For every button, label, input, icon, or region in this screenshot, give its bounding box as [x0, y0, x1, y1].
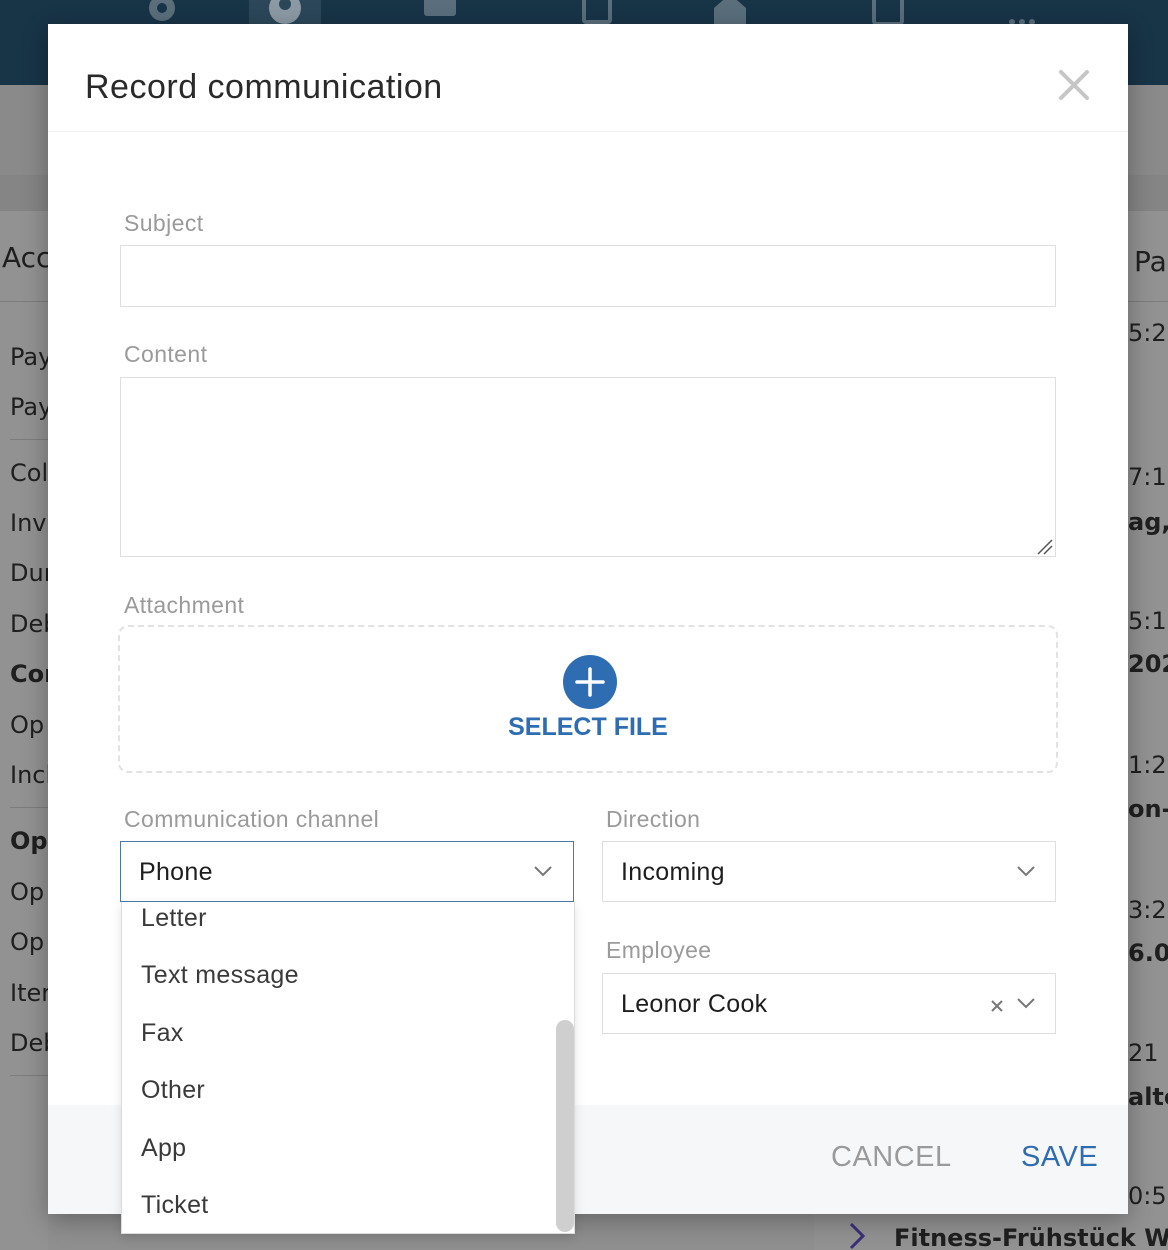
channel-option-ticket[interactable]: Ticket	[141, 1191, 209, 1220]
bg-left-text: Op	[10, 711, 45, 739]
background-left-panel: Acc Pay Pay Col Inv Dur Deb Cor Op Incl …	[0, 211, 48, 1250]
channel-option-text-message[interactable]: Text message	[141, 961, 299, 990]
bg-left-text: Acc	[2, 241, 48, 274]
channel-option-app[interactable]: App	[141, 1134, 186, 1163]
bg-right-text: 3:27	[1128, 896, 1168, 924]
bg-right-text: 0:58	[1128, 1182, 1168, 1210]
content-textarea[interactable]	[120, 377, 1056, 557]
bg-left-text: Iter	[10, 979, 48, 1007]
bg-left-text: Dur	[10, 559, 48, 587]
background-right-panel: Pa 5:22 7:19 ag, 5:16 202 1:26 on- 3:27 …	[1128, 211, 1168, 1250]
channel-selected-value: Phone	[139, 858, 213, 886]
bg-right-text: 5:16	[1128, 607, 1168, 635]
subject-input[interactable]	[120, 245, 1056, 307]
chevron-right-icon	[849, 1222, 866, 1250]
channel-option-other[interactable]: Other	[141, 1076, 205, 1105]
bg-divider	[10, 1075, 48, 1076]
resize-handle-icon[interactable]	[1036, 538, 1054, 556]
channel-option-fax[interactable]: Fax	[141, 1019, 184, 1048]
bg-left-text: Inv	[10, 509, 47, 537]
save-button[interactable]: SAVE	[1021, 1141, 1098, 1174]
background-list-row: Fitness-Frühstück Walte	[814, 1214, 1168, 1250]
bg-right-text: 7:19	[1128, 463, 1168, 491]
attachment-dropzone[interactable]: SELECT FILE	[118, 625, 1058, 773]
close-icon[interactable]	[1053, 64, 1095, 106]
modal-header: Record communication	[48, 24, 1128, 132]
bg-left-text: Op	[10, 878, 45, 906]
bg-divider	[0, 301, 48, 302]
select-file-button[interactable]: SELECT FILE	[120, 713, 1056, 742]
modal-title: Record communication	[85, 68, 443, 106]
bg-right-text: Pa	[1134, 245, 1167, 278]
employee-selected-value: Leonor Cook	[621, 990, 768, 1018]
bg-right-text: 202	[1128, 650, 1168, 678]
bg-right-text: 21	[1128, 1039, 1159, 1067]
chevron-down-icon[interactable]	[533, 864, 553, 878]
dropdown-scrollbar[interactable]	[556, 1020, 574, 1232]
bg-left-text: Pay	[10, 393, 48, 421]
bg-divider	[10, 439, 48, 440]
bg-left-text: Deb	[10, 1029, 48, 1057]
bg-right-text: 6.0	[1128, 939, 1168, 967]
channel-select[interactable]: Phone	[120, 841, 574, 902]
chevron-down-icon[interactable]	[1016, 864, 1036, 878]
channel-option-letter[interactable]: Letter	[141, 904, 207, 933]
bg-divider	[10, 807, 48, 808]
channel-dropdown-list[interactable]: Letter Text message Fax Other App Ticket	[121, 902, 575, 1234]
plus-icon[interactable]	[563, 655, 617, 709]
bg-left-text: Cor	[10, 660, 48, 688]
bg-divider	[1128, 301, 1168, 302]
content-label: Content	[124, 341, 208, 367]
channel-label: Communication channel	[124, 806, 380, 832]
subject-label: Subject	[124, 210, 204, 236]
clear-icon[interactable]	[989, 998, 1005, 1014]
bg-left-text: Op	[10, 827, 48, 855]
bg-right-text: alte	[1128, 1083, 1168, 1111]
direction-select[interactable]: Incoming	[602, 841, 1056, 902]
bg-right-text: 1:26	[1128, 751, 1168, 779]
bg-left-text: Col	[10, 459, 48, 487]
bg-left-text: Incl	[10, 761, 48, 789]
direction-selected-value: Incoming	[621, 858, 725, 886]
bg-left-text: Pay	[10, 343, 48, 371]
direction-label: Direction	[606, 806, 701, 832]
bg-right-text: ag,	[1128, 508, 1168, 536]
cancel-button[interactable]: CANCEL	[831, 1141, 952, 1174]
employee-label: Employee	[606, 937, 712, 963]
attachment-label: Attachment	[124, 592, 245, 618]
employee-select[interactable]: Leonor Cook	[602, 973, 1056, 1034]
bg-left-text: Deb	[10, 610, 48, 638]
bg-row-title: Fitness-Frühstück Walte	[894, 1224, 1168, 1250]
bg-left-text: Op	[10, 928, 45, 956]
bg-right-text: on-	[1128, 795, 1168, 823]
bg-right-text: 5:22	[1128, 319, 1168, 347]
chevron-down-icon[interactable]	[1016, 996, 1036, 1010]
